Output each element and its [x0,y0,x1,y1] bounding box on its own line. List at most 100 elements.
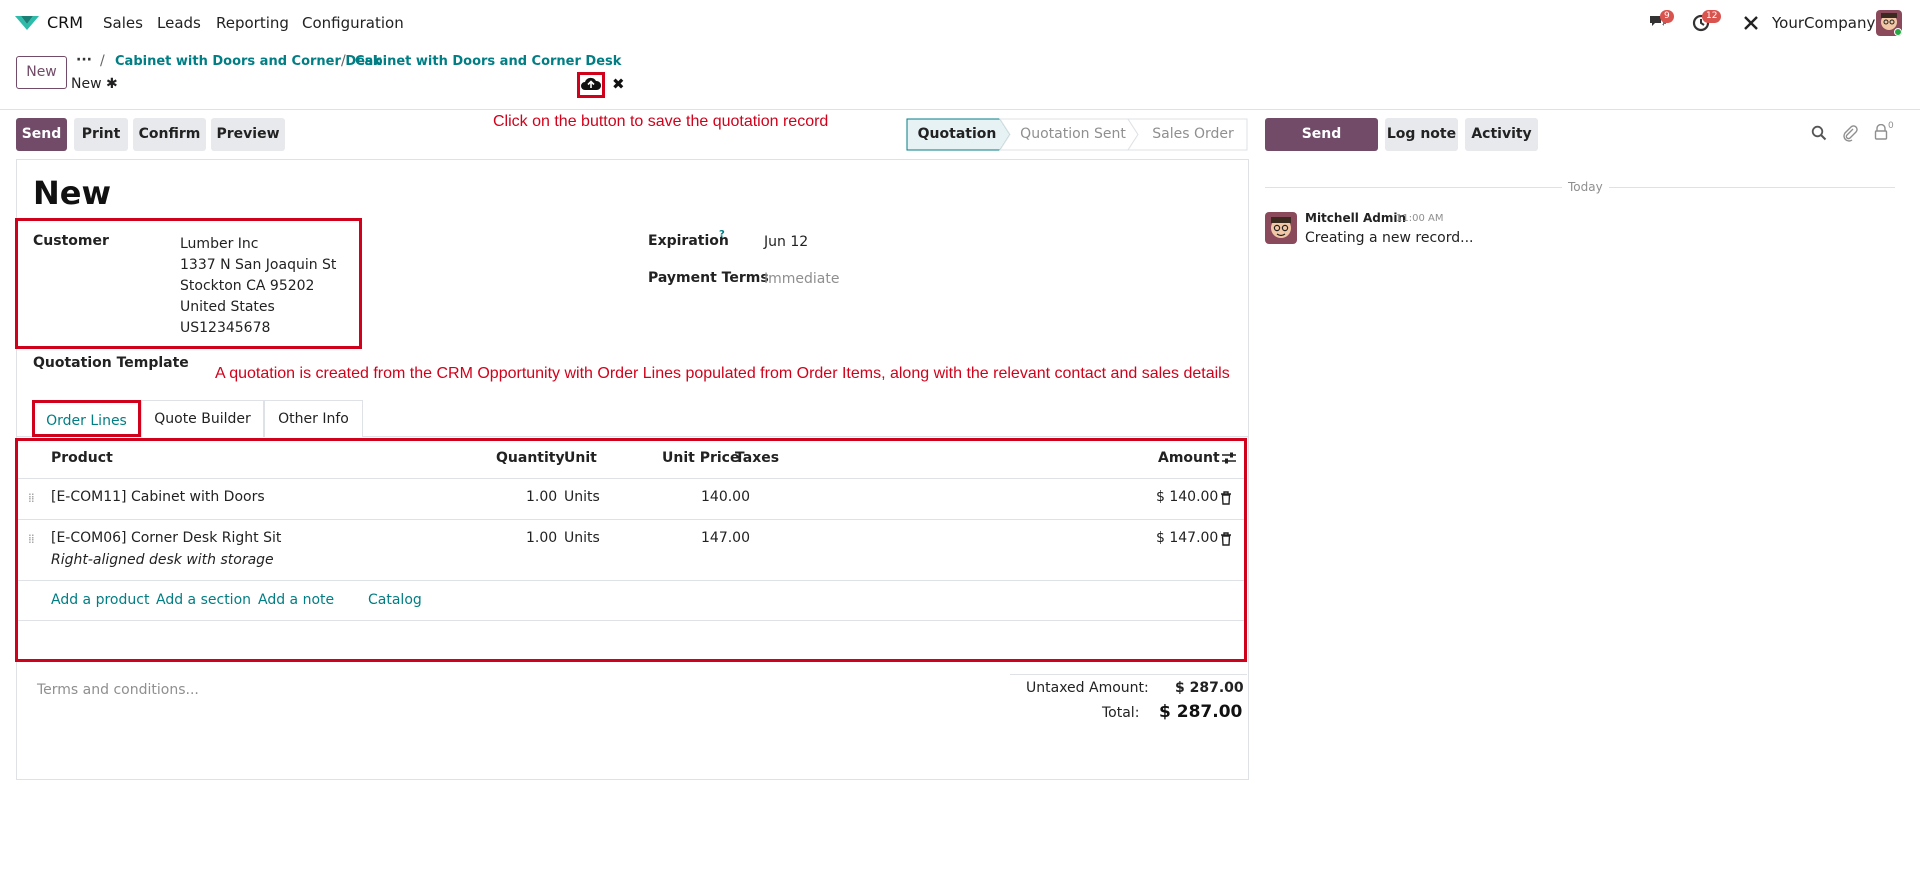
tab-order-lines[interactable]: Order Lines [32,400,141,437]
log-note-button[interactable]: Log note [1385,118,1458,151]
row-unit[interactable]: Units [564,530,600,546]
column-settings-icon[interactable] [1221,451,1237,465]
page-title[interactable]: New [33,174,111,212]
col-amount[interactable]: Amount [1158,450,1220,466]
totals-divider [1010,674,1247,675]
status-sales-order[interactable]: Sales Order [1138,118,1248,151]
message-body: Creating a new record... [1305,230,1474,246]
send-message-button[interactable]: Send message [1265,118,1378,175]
followers-button[interactable]: 0 [1874,121,1898,142]
customer-address[interactable]: Lumber Inc 1337 N San Joaquin St Stockto… [180,234,336,339]
message-author[interactable]: Mitchell Admin [1305,211,1406,225]
trash-icon[interactable] [1220,532,1232,546]
status-quotation-sent[interactable]: Quotation Sent [1010,118,1136,151]
drag-handle-icon[interactable]: ⁞⁞ [28,491,35,505]
menu-leads[interactable]: Leads [157,14,201,32]
col-unit-price[interactable]: Unit Price [662,450,739,466]
message-time: 11:00 AM [1396,213,1444,224]
follower-icon [1874,123,1888,140]
status-quotation[interactable]: Quotation [907,118,1007,151]
payment-terms-field[interactable]: Immediate [764,271,839,287]
customer-country: United States [180,299,275,315]
user-avatar[interactable] [1876,10,1902,36]
company-switcher[interactable]: YourCompany [1772,14,1875,32]
author-avatar-icon [1265,212,1297,244]
col-quantity[interactable]: Quantity [496,450,565,466]
new-record-button[interactable]: New [16,56,67,89]
row-product[interactable]: [E-COM11] Cabinet with Doors [51,489,265,505]
preview-button[interactable]: Preview [211,118,285,151]
add-note-link[interactable]: Add a note [258,592,334,608]
search-icon[interactable] [1811,125,1827,141]
expiration-field[interactable]: Jun 12 [764,234,808,250]
row-quantity[interactable]: 1.00 [526,489,557,505]
customer-label: Customer [33,233,109,249]
menu-sales[interactable]: Sales [103,14,143,32]
save-button[interactable] [577,72,605,98]
row-unit[interactable]: Units [564,489,600,505]
customer-name: Lumber Inc [180,236,259,252]
col-product[interactable]: Product [51,450,113,466]
discard-icon[interactable]: ✖ [612,75,625,93]
col-taxes[interactable]: Taxes [735,450,779,466]
row-product[interactable]: [E-COM06] Corner Desk Right Sit [51,530,281,546]
untaxed-value: $ 287.00 [1175,680,1244,696]
customer-street: 1337 N San Joaquin St [180,257,337,273]
menu-reporting[interactable]: Reporting [216,14,289,32]
col-unit[interactable]: Unit [564,450,597,466]
row-unit-price[interactable]: 147.00 [701,530,750,546]
row-quantity[interactable]: 1.00 [526,530,557,546]
customer-city: Stockton CA 95202 [180,278,315,294]
crm-logo-icon[interactable] [14,14,40,32]
record-name: New [71,76,102,92]
table-row[interactable]: ⁞⁞ [E-COM06] Corner Desk Right Sit Right… [18,520,1244,580]
user-avatar-icon [1876,10,1902,36]
messages-button[interactable]: 9 [1648,10,1674,34]
row-divider [18,620,1244,621]
table-row[interactable]: ⁞⁞ [E-COM11] Cabinet with Doors 1.00 Uni… [18,479,1244,519]
gear-icon[interactable]: ✱ [106,76,118,92]
send-button[interactable]: Send [16,118,67,151]
date-label: Today [1562,180,1609,194]
confirm-button[interactable]: Confirm [133,118,206,151]
customer-vat: US12345678 [180,320,271,336]
add-product-link[interactable]: Add a product [51,592,149,608]
debug-tools-button[interactable] [1742,12,1764,34]
help-icon[interactable]: ? [719,229,725,240]
catalog-link[interactable]: Catalog [368,592,422,608]
menu-configuration[interactable]: Configuration [302,14,404,32]
tab-other-info[interactable]: Other Info [264,400,363,437]
drag-handle-icon[interactable]: ⁞⁞ [28,532,35,546]
breadcrumb-separator: / [341,53,346,69]
print-button[interactable]: Print [74,118,128,151]
activity-button[interactable]: Activity [1465,118,1538,151]
info-annotation: A quotation is created from the CRM Oppo… [215,365,1230,382]
breadcrumb-more[interactable]: ··· [76,52,92,68]
top-navbar: CRM Sales Leads Reporting Configuration … [0,0,1920,46]
tab-quote-builder[interactable]: Quote Builder [141,400,264,437]
tools-icon [1744,16,1758,30]
activities-button[interactable]: 12 [1692,10,1722,34]
control-panel-divider [0,109,1920,110]
breadcrumb-separator: / [100,53,105,69]
quotation-template-label: Quotation Template [33,355,189,371]
trash-icon[interactable] [1220,491,1232,505]
add-section-link[interactable]: Add a section [156,592,251,608]
terms-conditions-field[interactable]: Terms and conditions... [37,682,199,698]
app-name[interactable]: CRM [47,13,83,32]
untaxed-label: Untaxed Amount: [1026,680,1149,696]
followers-count: 0 [1888,121,1894,131]
expiration-label: Expiration [648,233,729,249]
author-avatar[interactable] [1265,212,1297,244]
payment-terms-label: Payment Terms [648,270,769,286]
cloud-upload-icon [581,77,602,90]
breadcrumb-item-2[interactable]: Cabinet with Doors and Corner Desk [355,54,621,69]
total-label: Total: [1102,705,1140,721]
total-value: $ 287.00 [1159,702,1243,722]
messages-badge: 9 [1660,10,1674,23]
row-amount: $ 140.00 [1156,489,1219,505]
paperclip-icon[interactable] [1842,124,1858,142]
row-description[interactable]: Right-aligned desk with storage [51,552,274,568]
row-unit-price[interactable]: 140.00 [701,489,750,505]
row-amount: $ 147.00 [1156,530,1219,546]
